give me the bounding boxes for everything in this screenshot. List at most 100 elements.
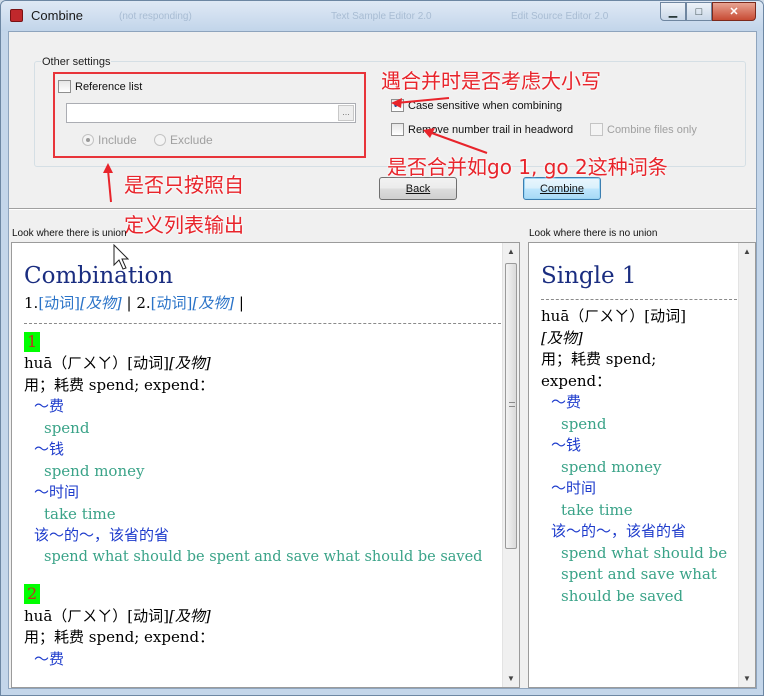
single-preview-content: Single 1 huā（ㄏㄨㄚ）[动词] [及物] 用；耗费 spend; e… xyxy=(541,259,737,607)
case-sensitive-checkbox[interactable]: ✔ Case sensitive when combining xyxy=(391,99,562,112)
scroll-down-icon[interactable]: ▼ xyxy=(739,670,755,687)
combine-files-label: Combine files only xyxy=(607,123,697,136)
right-panel-label: Look where there is no union xyxy=(529,228,658,239)
example-english: spend money xyxy=(561,457,662,476)
example-chinese: ～费 xyxy=(34,397,65,415)
list-annotation-line2: 定义列表输出 xyxy=(124,213,244,237)
window-title: Combine xyxy=(31,8,84,23)
part-of-speech: [及物] xyxy=(168,354,211,372)
title-bar[interactable]: Combine (not responding) Text Sample Edi… xyxy=(1,1,763,31)
checkmark-icon[interactable]: ✔ xyxy=(391,99,404,112)
back-button-label: Back xyxy=(405,182,431,195)
pronunciation: huā（ㄏㄨㄚ）[动词] xyxy=(24,354,169,372)
background-window-text: (not responding) xyxy=(119,11,192,22)
scroll-up-icon[interactable]: ▲ xyxy=(739,243,755,260)
example-chinese: 该～的～，该省的省 xyxy=(551,522,687,540)
checkbox-box[interactable] xyxy=(590,123,603,136)
example-chinese: 该～的～，该省的省 xyxy=(34,526,170,544)
part-of-speech: [及物] xyxy=(168,606,211,625)
example-chinese: ～钱 xyxy=(551,436,582,454)
radio-dot[interactable] xyxy=(154,134,166,146)
close-icon[interactable]: ✕ xyxy=(712,2,756,21)
example-chinese: ～时间 xyxy=(34,483,80,501)
left-panel-label: Look where there is union xyxy=(12,228,127,239)
example-english: spend what should be xyxy=(561,543,728,562)
reference-list-path-input[interactable]: ... xyxy=(66,103,356,123)
include-radio[interactable]: Include xyxy=(82,133,137,147)
sense-number: 1. xyxy=(24,294,39,312)
combine-button-label: Combine xyxy=(539,182,585,195)
reference-list-checkbox[interactable]: Reference list xyxy=(58,80,142,93)
checkbox-box[interactable] xyxy=(58,80,71,93)
vertical-scrollbar[interactable]: ▲ ▼ xyxy=(738,243,755,687)
combine-files-checkbox[interactable]: Combine files only xyxy=(590,123,697,136)
client-area: Other settings Reference list ... Includ… xyxy=(8,31,757,689)
back-button[interactable]: Back xyxy=(379,177,457,200)
example-chinese: ～费 xyxy=(551,393,582,411)
pronunciation: huā（ㄏㄨㄚ）[动词] xyxy=(24,606,169,625)
example-english: spend what should be spent and save what… xyxy=(44,548,483,565)
scroll-up-icon[interactable]: ▲ xyxy=(503,243,519,260)
caption-buttons: ▁ □ ✕ xyxy=(660,2,756,21)
separator: | xyxy=(121,294,137,312)
sense-block: 1 huā（ㄏㄨㄚ）[动词][及物] 用；耗费 spend; expend： ～… xyxy=(24,330,501,569)
example-english: spend xyxy=(44,418,90,437)
combine-window: Combine (not responding) Text Sample Edi… xyxy=(0,0,764,696)
example-english: take time xyxy=(44,504,116,523)
example-chinese: ～钱 xyxy=(34,440,65,458)
example-chinese: ～费 xyxy=(34,649,65,668)
sense-links: 1.[动词][及物] | 2.[动词][及物] | xyxy=(24,293,501,315)
divider xyxy=(541,299,737,300)
pronunciation-line: huā（ㄏㄨㄚ）[动词][及物] xyxy=(24,353,501,375)
sense-number-badge: 2 xyxy=(24,584,41,604)
minimize-icon[interactable]: ▁ xyxy=(660,2,686,21)
example-english: spend money xyxy=(44,461,145,480)
separator: | xyxy=(234,294,244,312)
union-preview-pane[interactable]: Combination 1.[动词][及物] | 2.[动词][及物] | 1 … xyxy=(11,242,520,688)
example-english: spent and save what xyxy=(561,565,717,583)
background-window-text: Text Sample Editor 2.0 xyxy=(331,11,432,22)
browse-button[interactable]: ... xyxy=(338,105,354,121)
scroll-down-icon[interactable]: ▼ xyxy=(503,670,519,687)
exclude-radio[interactable]: Exclude xyxy=(154,133,213,147)
other-settings-label: Other settings xyxy=(41,56,112,68)
sense-number: 2. xyxy=(136,294,151,312)
scrollbar-thumb[interactable] xyxy=(505,263,517,549)
list-annotation-line1: 是否只按照自 xyxy=(124,173,244,197)
case-annotation: 遇合并时是否考虑大小写 xyxy=(381,69,601,93)
case-sensitive-label: Case sensitive when combining xyxy=(408,99,563,112)
include-label: Include xyxy=(98,133,137,147)
trail-annotation: 是否合并如go 1, go 2这种词条 xyxy=(387,155,668,179)
union-preview-content: Combination 1.[动词][及物] | 2.[动词][及物] | 1 … xyxy=(24,259,501,670)
checkbox-box[interactable] xyxy=(391,123,404,136)
sense-number-badge: 1 xyxy=(24,331,41,352)
definition: expend： xyxy=(541,371,612,390)
maximize-icon[interactable]: □ xyxy=(686,2,712,21)
entry-heading: Combination xyxy=(24,263,174,289)
grip-icon xyxy=(509,402,515,407)
remove-trail-label: Remove number trail in headword xyxy=(408,123,574,136)
sense-link[interactable]: [动词] xyxy=(38,294,80,312)
example-english: should be saved xyxy=(561,586,684,605)
example-chinese: ～时间 xyxy=(551,479,597,497)
definition: 用；耗费 spend; xyxy=(541,350,657,368)
remove-trail-checkbox[interactable]: Remove number trail in headword xyxy=(391,123,573,136)
radio-dot[interactable] xyxy=(82,134,94,146)
background-window-text: Edit Source Editor 2.0 xyxy=(511,11,609,22)
reference-list-label: Reference list xyxy=(75,80,143,93)
sense-block: 2 huā（ㄏㄨㄚ）[动词][及物] 用；耗费 spend; expend： ～… xyxy=(24,582,501,670)
arrow-to-reference-list xyxy=(107,169,112,203)
definition: 用；耗费 spend; expend： xyxy=(24,375,215,394)
entry-heading: Single 1 xyxy=(541,263,637,289)
sense-link[interactable]: [及物] xyxy=(80,294,122,312)
example-english: spend xyxy=(561,414,607,433)
sense-link[interactable]: [动词] xyxy=(151,294,193,312)
splitter[interactable] xyxy=(9,208,756,210)
single-preview-pane[interactable]: Single 1 huā（ㄏㄨㄚ）[动词] [及物] 用；耗费 spend; e… xyxy=(528,242,756,688)
combine-button[interactable]: Combine xyxy=(523,177,601,200)
sense-link[interactable]: [及物] xyxy=(192,294,234,312)
definition: 用；耗费 spend; expend： xyxy=(24,628,215,646)
divider xyxy=(24,322,501,324)
vertical-scrollbar[interactable]: ▲ ▼ xyxy=(502,243,519,687)
